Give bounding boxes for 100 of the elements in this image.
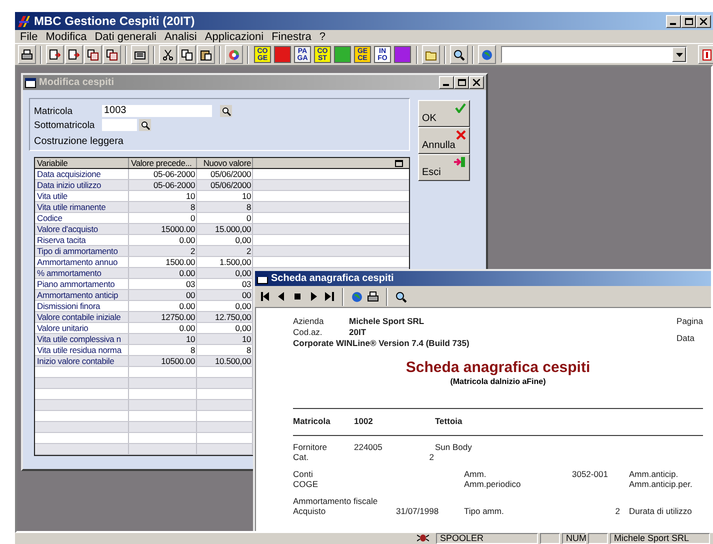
table-cell: 05/06/2000 [197,180,253,190]
close-icon [700,18,707,24]
column-header[interactable]: Nuovo valore [197,158,253,168]
table-cell: Data acquisizione [35,169,129,179]
column-header[interactable]: Variabile [35,158,129,168]
type-value: 2 [614,507,621,516]
maximize-button[interactable] [454,76,469,89]
table-cell: Ammortamento anticip [35,290,129,300]
field-label: Data [676,332,696,344]
close-button[interactable] [469,76,484,89]
table-cell: Codice [35,213,129,223]
section-label: Ammortamento fiscale [293,497,379,506]
paste-icon [200,48,212,60]
open-button[interactable] [422,45,440,64]
close-button[interactable] [696,14,711,28]
print-button[interactable] [18,45,36,64]
purchase-date: 31/07/1998 [396,507,440,516]
scissors-icon [162,48,174,60]
print-button[interactable] [367,290,379,302]
field-label: Cat. [293,453,310,462]
company-code: 20IT [349,327,368,337]
window-title: Modifica cespiti [39,77,116,88]
table-cell: Ammortamento annuo [35,257,129,267]
dropdown-button[interactable] [672,47,686,62]
last-page-icon [324,292,334,301]
exit-button[interactable]: Esci [418,154,470,181]
table-cell: 0,00 [197,235,253,245]
table-cell: 0.00 [129,323,197,333]
menu-item[interactable]: Dati generali [92,30,162,42]
lookup-button[interactable] [139,119,151,131]
record-code: 1002 [354,417,374,426]
minimize-button[interactable] [666,14,681,28]
table-cell: 8 [129,202,197,212]
cancel-button[interactable]: Annulla [418,127,470,154]
last-page-button[interactable] [323,290,335,302]
table-cell: 2 [129,246,197,256]
input-field[interactable]: 1003 [102,105,212,117]
color-wheel-icon [228,48,240,60]
field-label: Acquisto [293,507,327,516]
table-cell: % ammortamento [35,268,129,278]
table-cell: 15000.00 [129,224,197,234]
table-cell: Dismissioni finora [35,301,129,311]
restore-icon [395,160,403,166]
toolbar-button[interactable] [103,45,121,64]
supplier-name: Sun Body [435,443,473,452]
field-label: Matricola [34,106,74,116]
document-arrow-icon [68,48,80,60]
category-value: 2 [428,453,434,462]
toolbar-button[interactable] [131,45,149,64]
table-cell: Vita utile complessiva n [35,334,129,344]
table-cell: Riserva tacita [35,235,129,245]
table-cell: Piano ammortamento [35,279,129,289]
document-arrow-icon [49,48,61,60]
field-label: Durata di utilizzo [629,507,693,516]
table-cell: 0 [197,213,253,223]
table-cell: 0.00 [129,268,197,278]
menu-item[interactable]: ? [316,30,330,42]
toolbar-button[interactable] [46,45,64,64]
ok-button[interactable]: OK [418,100,470,127]
cut-button[interactable] [159,45,177,64]
stop-icon [292,292,302,301]
bug-icon [417,533,429,542]
menu-item[interactable]: Analisi [161,30,202,42]
minimize-button[interactable] [439,76,454,89]
field-label: COGE [293,480,320,489]
first-page-button[interactable] [259,290,271,302]
column-header[interactable]: Valore precede... [129,158,197,168]
toolbar-button[interactable] [65,45,83,64]
table-cell: 0 [129,213,197,223]
paste-button[interactable] [197,45,215,64]
search-icon [395,290,407,302]
field-label: Conti [293,470,314,479]
menu-item[interactable]: File [17,30,43,42]
menu-item[interactable]: Finestra [268,30,316,42]
search-button[interactable] [395,290,407,302]
input-field[interactable] [102,119,137,131]
field-label: Tipo amm. [464,507,505,516]
copy-button[interactable] [178,45,196,64]
maximize-button[interactable] [681,14,696,28]
table-cell: Vita utile [35,191,129,201]
dropdown-field[interactable] [501,46,687,63]
documents-icon [106,48,118,60]
field-label: Pagina [676,316,703,328]
field-label: Amm.anticip.per. [629,480,694,489]
toolbar-button[interactable] [84,45,102,64]
table-cell: Tipo di ammortamento [35,246,129,256]
table-cell: 1500.00 [129,257,197,267]
document-icon [701,48,713,60]
table-cell: 0.00 [129,301,197,311]
table-cell: 0.00 [129,235,197,245]
export-button[interactable] [351,290,363,302]
menu-item[interactable]: Applicazioni [202,30,269,42]
table-cell: 10 [197,191,253,201]
toolbar-button[interactable] [225,45,243,64]
field-label: Amm. [464,470,488,479]
lookup-button[interactable] [220,105,232,117]
menu-item[interactable]: Modifica [42,30,92,42]
search-button[interactable] [450,45,468,64]
keyboard-icon [134,48,146,60]
close-icon [473,79,480,86]
